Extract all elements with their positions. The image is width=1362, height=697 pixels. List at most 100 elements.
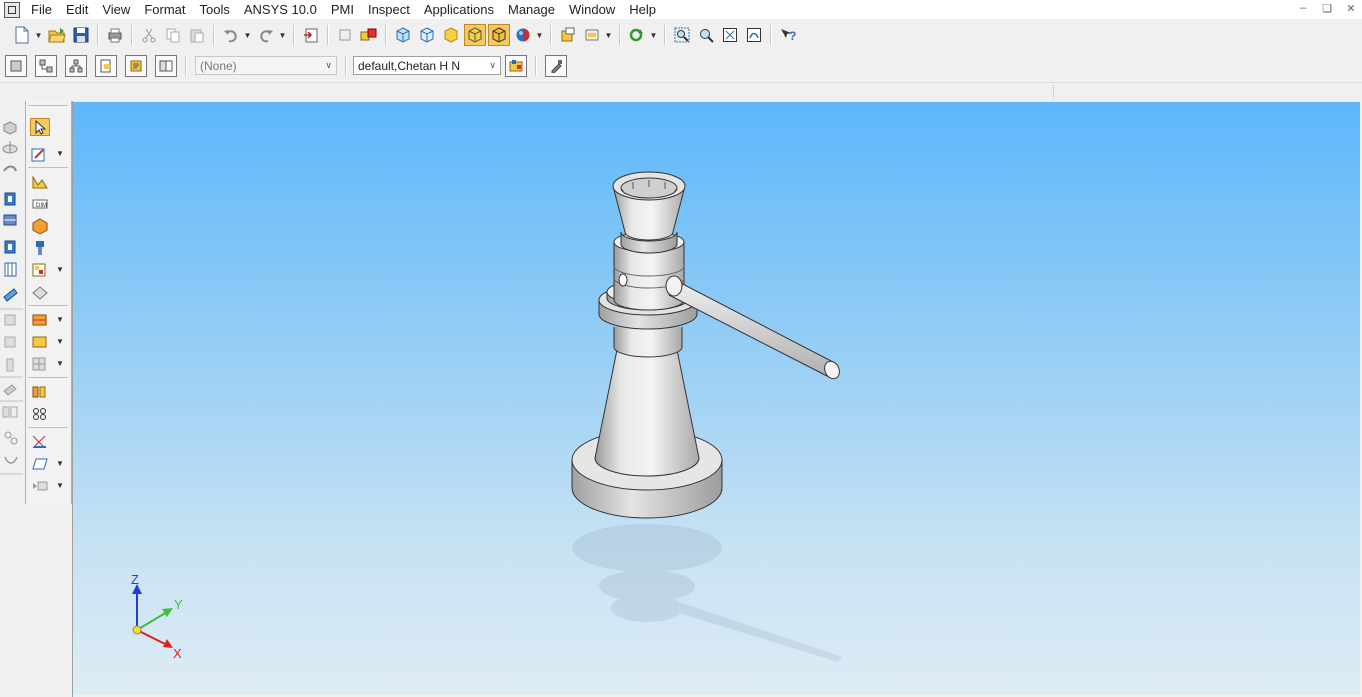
property-icon[interactable] <box>93 53 119 79</box>
insert-component-icon[interactable] <box>31 218 49 235</box>
rib-feature-icon <box>4 431 18 445</box>
draft-feature-icon <box>4 456 18 464</box>
display-style-icon[interactable] <box>581 24 603 46</box>
pan-icon[interactable] <box>743 24 765 46</box>
undo-dropdown-icon[interactable]: ▼ <box>243 24 252 46</box>
undo-icon[interactable] <box>220 24 242 46</box>
rebuild-dropdown-icon[interactable]: ▼ <box>649 24 658 46</box>
multi-component-icon[interactable] <box>358 24 380 46</box>
plane-dropdown-icon[interactable]: ▼ <box>56 459 64 468</box>
menu-view[interactable]: View <box>95 0 137 19</box>
paste-icon[interactable] <box>186 24 208 46</box>
zoom-fit-icon[interactable] <box>719 24 741 46</box>
iso-view-icon[interactable] <box>392 24 414 46</box>
sensor-dropdown-icon[interactable]: ▼ <box>56 481 64 490</box>
menu-ansys[interactable]: ANSYS 10.0 <box>237 0 324 19</box>
sketch-feature-icon <box>3 121 17 135</box>
mirror-feature-icon <box>2 406 18 418</box>
assembly-tree-icon[interactable] <box>33 53 59 79</box>
svg-text:?: ? <box>789 29 796 43</box>
redo-icon[interactable] <box>255 24 277 46</box>
new-file-icon[interactable] <box>11 24 33 46</box>
menu-manage[interactable]: Manage <box>501 0 562 19</box>
notes-icon[interactable] <box>123 53 149 79</box>
assembly-feature-icon[interactable] <box>31 285 49 301</box>
sketch-tool-icon[interactable] <box>31 146 49 162</box>
plane-feature-icon <box>3 288 18 302</box>
appearance-dropdown-icon[interactable]: ▼ <box>535 24 544 46</box>
shell-feature-icon <box>6 358 14 372</box>
appearance-icon[interactable] <box>512 24 534 46</box>
select-arrow-icon[interactable] <box>30 118 50 136</box>
open-folder-icon[interactable] <box>46 24 68 46</box>
sensor-icon[interactable] <box>31 478 49 494</box>
dimension-icon[interactable]: DIM <box>31 196 49 212</box>
menu-format[interactable]: Format <box>137 0 192 19</box>
menu-window[interactable]: Window <box>562 0 622 19</box>
zoom-window-icon[interactable] <box>671 24 693 46</box>
cut-icon[interactable] <box>138 24 160 46</box>
plane-icon[interactable] <box>31 456 49 472</box>
fillet-feature-icon <box>4 314 16 326</box>
assembly-tools-toolbar: ▼ DIM ▼ ▼ ▼ ▼ ▼ ▼ <box>25 101 72 504</box>
chamfer-feature-icon <box>4 336 16 348</box>
measure-icon[interactable] <box>31 384 49 400</box>
close-icon[interactable]: ✕ <box>1344 2 1358 15</box>
copy-icon[interactable] <box>162 24 184 46</box>
sketch-entity-icon[interactable] <box>31 174 49 190</box>
shaded-active-icon[interactable] <box>488 24 510 46</box>
svg-text:DIM: DIM <box>36 203 47 209</box>
shaded-icon[interactable] <box>440 24 462 46</box>
sketch-tool-dropdown-icon[interactable]: ▼ <box>56 149 64 158</box>
restore-icon[interactable]: ❏ <box>1320 2 1334 15</box>
rebuild-icon[interactable] <box>626 24 648 46</box>
compare-icon[interactable] <box>153 53 179 79</box>
menu-inspect[interactable]: Inspect <box>361 0 417 19</box>
menu-file[interactable]: File <box>24 0 59 19</box>
standard-toolbar: ▼ ▼ ▼ ▼ ▼ ▼ ? <box>0 21 1362 49</box>
move-dropdown-icon[interactable]: ▼ <box>56 265 64 274</box>
shaded-edges-icon[interactable] <box>464 24 486 46</box>
edit-config-icon[interactable] <box>543 53 569 79</box>
interference-icon[interactable] <box>31 406 49 422</box>
zoom-icon[interactable] <box>695 24 717 46</box>
menu-pmi[interactable]: PMI <box>324 0 361 19</box>
hierarchy-icon[interactable] <box>63 53 89 79</box>
display-style-dropdown-icon[interactable]: ▼ <box>604 24 613 46</box>
minimize-icon[interactable]: – <box>1296 2 1310 15</box>
save-icon[interactable] <box>70 24 92 46</box>
front-view-icon[interactable] <box>416 24 438 46</box>
redo-dropdown-icon[interactable]: ▼ <box>278 24 287 46</box>
section-dropdown-icon[interactable]: ▼ <box>56 359 64 368</box>
chevron-down-icon: ∨ <box>489 60 496 70</box>
smart-fastener-icon[interactable] <box>31 434 49 450</box>
move-component-icon[interactable] <box>31 262 49 278</box>
mate-icon[interactable] <box>31 240 49 256</box>
explode-dropdown-icon[interactable]: ▼ <box>56 337 64 346</box>
help-icon[interactable]: ? <box>777 24 799 46</box>
menu-edit[interactable]: Edit <box>59 0 95 19</box>
chevron-down-icon: ∨ <box>325 60 332 70</box>
print-icon[interactable] <box>104 24 126 46</box>
x-axis-label: X <box>173 646 182 661</box>
extrude-feature-icon <box>4 192 16 206</box>
layer-manager-icon[interactable] <box>503 53 529 79</box>
menu-help[interactable]: Help <box>622 0 663 19</box>
layer-combo[interactable]: (None) ∨ <box>195 56 337 75</box>
reference-dropdown-icon[interactable]: ▼ <box>56 315 64 324</box>
component-icon[interactable] <box>334 24 356 46</box>
graphics-viewport[interactable]: Z Y X <box>73 102 1360 695</box>
configuration-combo[interactable]: default,Chetan H N ∨ <box>353 56 501 75</box>
menu-tools[interactable]: Tools <box>192 0 236 19</box>
property-manager-icon[interactable] <box>557 24 579 46</box>
left-tool-panel: ▼ DIM ▼ ▼ ▼ ▼ ▼ ▼ <box>0 101 73 697</box>
app-icon[interactable] <box>4 1 20 18</box>
insert-part-icon[interactable] <box>300 24 322 46</box>
new-dropdown-icon[interactable]: ▼ <box>34 24 43 46</box>
section-view-icon[interactable] <box>31 356 49 372</box>
reference-geometry-icon[interactable] <box>31 312 49 328</box>
menu-applications[interactable]: Applications <box>417 0 501 19</box>
sweep-feature-icon <box>3 165 17 172</box>
part-tree-icon[interactable] <box>3 53 29 79</box>
explode-icon[interactable] <box>31 334 49 350</box>
